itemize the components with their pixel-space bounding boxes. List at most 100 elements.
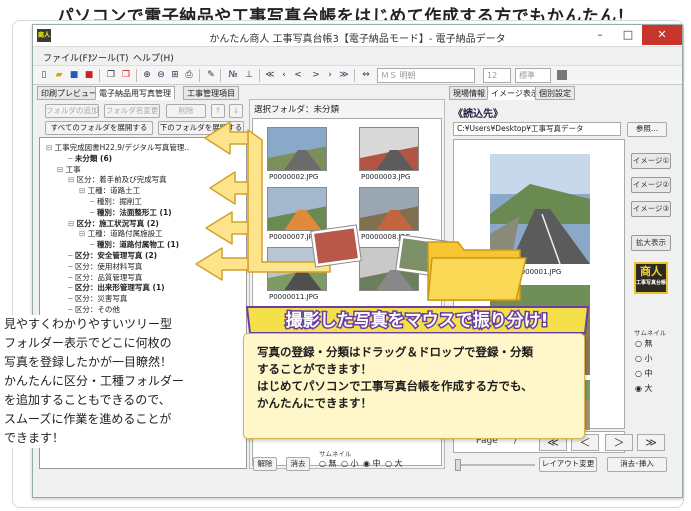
- thumbnail-size-radio[interactable]: ○ 小: [635, 353, 653, 364]
- maximize-button[interactable]: □: [614, 25, 642, 45]
- enlarge-view-button[interactable]: 拡大表示: [631, 235, 671, 251]
- clear-button[interactable]: 消去: [286, 457, 310, 471]
- delete-folder-button[interactable]: 削除: [166, 104, 206, 118]
- menu-tools[interactable]: ツール(T): [89, 51, 129, 64]
- tree-node-toggle[interactable]: ─: [68, 251, 75, 260]
- last-button[interactable]: ≫: [637, 434, 665, 451]
- image-3-button[interactable]: イメージ③: [631, 201, 671, 217]
- minimize-button[interactable]: –: [586, 25, 614, 45]
- add-folder-button[interactable]: フォルダの追加: [45, 104, 99, 118]
- image-2-button[interactable]: イメージ②: [631, 177, 671, 193]
- radio-icon[interactable]: ◉: [635, 384, 645, 393]
- browse-button[interactable]: 参照...: [627, 122, 667, 137]
- next-item-icon[interactable]: >: [310, 69, 322, 81]
- zoom-out-icon[interactable]: ⊖: [155, 69, 167, 81]
- color-swatch-icon[interactable]: [557, 70, 567, 80]
- thumbnail-size-radio[interactable]: ○ 大: [385, 458, 403, 469]
- rename-folder-button[interactable]: フォルダ名変更: [104, 104, 160, 118]
- eyedropper-icon[interactable]: ✎: [205, 69, 217, 81]
- tree-node[interactable]: ⊟ 区分：着手前及び完成写真: [68, 174, 167, 185]
- photo-thumbnail[interactable]: [359, 127, 419, 171]
- radio-icon[interactable]: ○: [635, 339, 645, 348]
- tree-node[interactable]: ─ 区分：品質管理写真: [68, 272, 142, 283]
- zoom-slider-thumb[interactable]: [455, 459, 461, 471]
- photo-thumbnail[interactable]: [267, 247, 327, 291]
- expand-lower-button[interactable]: 下のフォルダを展開する: [158, 121, 244, 135]
- tree-node[interactable]: ─ 区分：使用材料写真: [68, 261, 142, 272]
- prev-item-icon[interactable]: <: [292, 69, 304, 81]
- tree-node-toggle[interactable]: ─: [68, 283, 75, 292]
- zoom-slider[interactable]: [455, 459, 535, 471]
- save-as-icon[interactable]: ■: [83, 69, 95, 81]
- tree-node-toggle[interactable]: ⊟: [68, 219, 77, 228]
- layout-change-button[interactable]: レイアウト変更: [539, 457, 597, 472]
- tree-node-toggle[interactable]: ─: [90, 197, 97, 206]
- tree-node-toggle[interactable]: ─: [68, 294, 75, 303]
- expand-all-button[interactable]: すべてのフォルダを展開する: [45, 121, 153, 135]
- tree-node-toggle[interactable]: ⊟: [79, 229, 88, 238]
- tree-node-toggle[interactable]: ⊟: [46, 143, 55, 152]
- next-page-icon[interactable]: ›: [324, 69, 336, 81]
- next-button[interactable]: ＞: [605, 434, 633, 451]
- tree-node-toggle[interactable]: ⊟: [79, 186, 88, 195]
- tree-node-toggle[interactable]: ─: [68, 273, 75, 282]
- preview-icon[interactable]: ⊞: [169, 69, 181, 81]
- tree-node-toggle[interactable]: ⊟: [68, 175, 77, 184]
- tab-construction-items[interactable]: 工事管理項目: [183, 86, 239, 100]
- tree-node[interactable]: ─ 区分：災害写真: [68, 293, 127, 304]
- tree-node[interactable]: ─ 種別：掘削工: [90, 196, 142, 207]
- tree-node[interactable]: ─ 区分：その他: [68, 304, 120, 315]
- radio-icon[interactable]: ○: [341, 459, 351, 468]
- font-style-select[interactable]: 標準: [515, 68, 551, 83]
- font-size-select[interactable]: 12: [483, 68, 511, 83]
- font-name-select[interactable]: ＭＳ 明朝: [377, 68, 475, 83]
- open-folder-icon[interactable]: ▰: [53, 69, 65, 81]
- thumbnail-size-radio[interactable]: ○ 無: [635, 338, 653, 349]
- radio-icon[interactable]: ○: [319, 459, 329, 468]
- thumbnail-size-radio[interactable]: ◉ 中: [363, 458, 381, 469]
- tab-individual-settings[interactable]: 個別設定: [535, 86, 575, 100]
- photo-thumbnail[interactable]: [267, 127, 327, 171]
- tree-node-toggle[interactable]: ─: [68, 305, 75, 314]
- thumbnail-size-radio[interactable]: ○ 中: [635, 368, 653, 379]
- close-button[interactable]: ✕: [642, 25, 682, 45]
- menu-help[interactable]: ヘルプ(H): [133, 51, 174, 64]
- thumbnail-size-radio[interactable]: ○ 無: [319, 458, 337, 469]
- tree-node[interactable]: ─ 区分：出来形管理写真 (1): [68, 282, 165, 293]
- tree-node-toggle[interactable]: ─: [68, 262, 75, 271]
- new-file-icon[interactable]: ▯: [38, 69, 50, 81]
- tree-node[interactable]: ─ 種別：道路付属物工 (1): [90, 239, 179, 250]
- move-up-button[interactable]: ↑: [211, 104, 225, 118]
- tree-node[interactable]: ─ 区分：安全管理写真 (2): [68, 250, 157, 261]
- tree-node[interactable]: ⊟ 工種：道路付属施設工: [79, 228, 163, 239]
- tab-site-info[interactable]: 現場情報: [449, 86, 489, 100]
- release-button[interactable]: 解除: [253, 457, 277, 471]
- tree-node[interactable]: ⊟ 工事: [57, 164, 81, 175]
- photo-thumbnail[interactable]: [359, 187, 419, 231]
- first-page-icon[interactable]: ≪: [264, 69, 276, 81]
- copy-icon[interactable]: ❐: [105, 69, 117, 81]
- number-icon[interactable]: №: [225, 69, 241, 81]
- delete-insert-button[interactable]: 消去･挿入: [607, 457, 667, 472]
- folder-path-field[interactable]: C:¥Users¥Desktop¥工事写真データ: [453, 122, 621, 136]
- zoom-in-icon[interactable]: ⊕: [141, 69, 153, 81]
- tree-node-toggle[interactable]: ⊟: [57, 165, 66, 174]
- print-icon[interactable]: ⎙: [183, 69, 195, 81]
- main-photo-thumbnail[interactable]: [490, 154, 590, 264]
- tree-node-toggle[interactable]: ─: [68, 154, 75, 163]
- image-1-button[interactable]: イメージ①: [631, 153, 671, 169]
- thumbnail-size-radio[interactable]: ◉ 大: [635, 383, 653, 394]
- tree-node-toggle[interactable]: ─: [90, 240, 97, 249]
- save-icon[interactable]: ■: [68, 69, 80, 81]
- tree-node[interactable]: ─ 種別：法面整形工 (1): [90, 207, 172, 218]
- paste-icon[interactable]: ❐: [120, 69, 132, 81]
- radio-icon[interactable]: ◉: [363, 459, 373, 468]
- fit-width-icon[interactable]: ⇔: [359, 69, 373, 81]
- tree-node[interactable]: ⊟ 区分：施工状況写真 (2): [68, 218, 159, 229]
- photo-thumbnail[interactable]: [267, 187, 327, 231]
- menu-file[interactable]: ファイル(F): [43, 51, 91, 64]
- radio-icon[interactable]: ○: [635, 354, 645, 363]
- radio-icon[interactable]: ○: [385, 459, 395, 468]
- thumbnail-size-radio[interactable]: ○ 小: [341, 458, 359, 469]
- radio-icon[interactable]: ○: [635, 369, 645, 378]
